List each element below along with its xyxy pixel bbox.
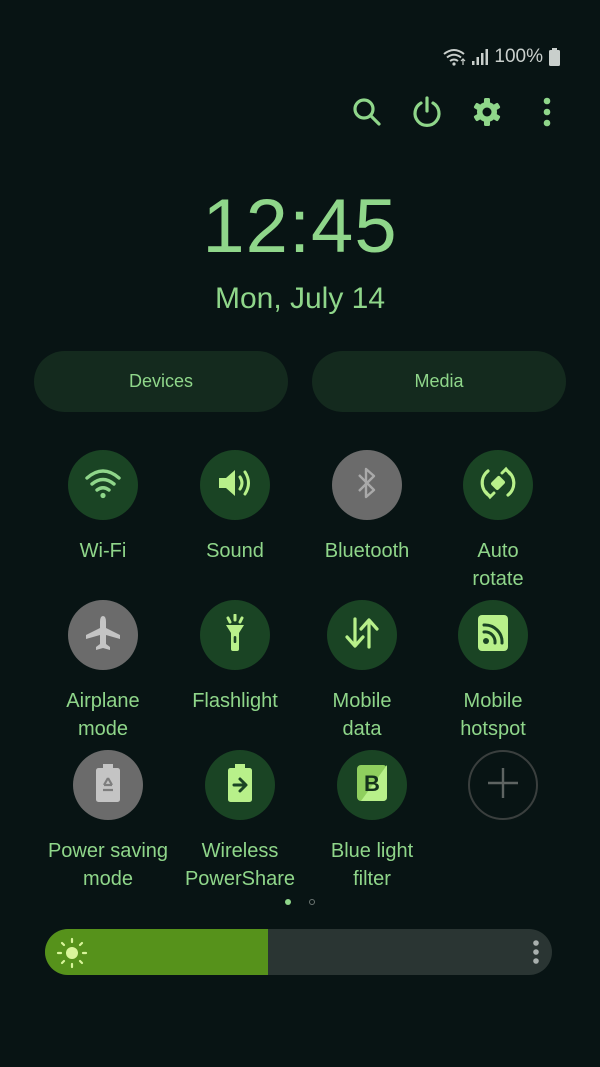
page-indicator	[0, 899, 600, 905]
flashlight-icon	[220, 613, 250, 657]
tile-airplane-mode[interactable]: Airplane mode	[33, 600, 173, 743]
add-icon	[486, 766, 520, 805]
tile-power-saving[interactable]: Power saving mode	[38, 750, 178, 893]
tile-bluetooth-label: Bluetooth	[324, 540, 410, 562]
tile-wireless-powershare-label: Wireless PowerShare	[184, 840, 296, 890]
tile-power-saving-toggle[interactable]	[73, 750, 143, 820]
page-dot-1[interactable]	[285, 899, 291, 905]
more-vertical-icon	[542, 96, 552, 133]
tile-wifi[interactable]: Wi-Fi	[33, 450, 173, 565]
tile-mobile-hotspot-label: Mobile hotspot	[460, 690, 526, 740]
power-icon	[411, 95, 443, 134]
tile-wifi-toggle[interactable]	[68, 450, 138, 520]
tile-auto-rotate-toggle[interactable]	[463, 450, 533, 520]
tile-flashlight-toggle[interactable]	[200, 600, 270, 670]
tile-wifi-label: Wi-Fi	[79, 540, 127, 562]
sun-icon	[56, 937, 88, 974]
tile-mobile-hotspot[interactable]: Mobile hotspot	[423, 600, 563, 743]
clock-date[interactable]: Mon, July 14	[0, 279, 600, 319]
tile-auto-rotate-label: Auto rotate	[472, 540, 524, 590]
more-vertical-icon	[532, 940, 540, 969]
settings-button[interactable]	[465, 92, 509, 136]
tile-sound-label: Sound	[206, 540, 264, 562]
mobile-data-icon	[343, 615, 381, 656]
search-icon	[351, 96, 383, 133]
speaker-icon	[216, 467, 254, 504]
tile-blue-light-filter[interactable]: B Blue light filter	[302, 750, 442, 893]
devices-button[interactable]: Devices	[34, 351, 288, 412]
tile-blue-light-filter-label: Blue light filter	[330, 840, 414, 890]
brightness-more-button[interactable]	[532, 939, 540, 970]
blue-light-filter-icon: B	[356, 764, 388, 807]
svg-text:B: B	[364, 771, 380, 796]
brightness-slider[interactable]	[45, 929, 552, 975]
hotspot-icon	[477, 614, 509, 657]
tile-mobile-data[interactable]: Mobile data	[292, 600, 432, 743]
tile-wireless-powershare-toggle[interactable]	[205, 750, 275, 820]
tile-mobile-hotspot-toggle[interactable]	[458, 600, 528, 670]
tile-blue-light-filter-toggle[interactable]: B	[337, 750, 407, 820]
tile-add[interactable]	[433, 750, 573, 820]
page-dot-2[interactable]	[309, 899, 315, 905]
tile-sound-toggle[interactable]	[200, 450, 270, 520]
tile-airplane-mode-toggle[interactable]	[68, 600, 138, 670]
gear-icon	[472, 97, 502, 132]
tile-flashlight[interactable]: Flashlight	[165, 600, 305, 715]
battery-full-icon	[549, 48, 560, 66]
search-button[interactable]	[345, 92, 389, 136]
tile-airplane-mode-label: Airplane mode	[66, 690, 140, 740]
clock-time[interactable]: 12:45	[0, 182, 600, 272]
bluetooth-icon	[355, 466, 379, 505]
airplane-icon	[84, 614, 122, 657]
tile-wireless-powershare[interactable]: Wireless PowerShare	[170, 750, 310, 893]
battery-percent: 100%	[494, 46, 543, 67]
tile-flashlight-label: Flashlight	[192, 690, 278, 712]
status-bar: 100%	[442, 46, 560, 68]
power-button[interactable]	[405, 92, 449, 136]
tile-mobile-data-label: Mobile data	[332, 690, 392, 740]
wireless-powershare-icon	[226, 763, 254, 808]
more-options-button[interactable]	[525, 92, 569, 136]
power-saving-icon	[94, 763, 122, 808]
wifi-icon	[442, 48, 466, 66]
tile-bluetooth-toggle[interactable]	[332, 450, 402, 520]
wifi-icon	[84, 467, 122, 504]
top-actions	[0, 92, 600, 136]
tile-sound[interactable]: Sound	[165, 450, 305, 565]
tile-bluetooth[interactable]: Bluetooth	[297, 450, 437, 565]
tile-power-saving-label: Power saving mode	[47, 840, 169, 890]
tile-mobile-data-toggle[interactable]	[327, 600, 397, 670]
auto-rotate-icon	[478, 463, 518, 508]
media-button[interactable]: Media	[312, 351, 566, 412]
tile-auto-rotate[interactable]: Auto rotate	[428, 450, 568, 593]
cellular-signal-icon	[472, 49, 489, 65]
add-tile-button[interactable]	[468, 750, 538, 820]
